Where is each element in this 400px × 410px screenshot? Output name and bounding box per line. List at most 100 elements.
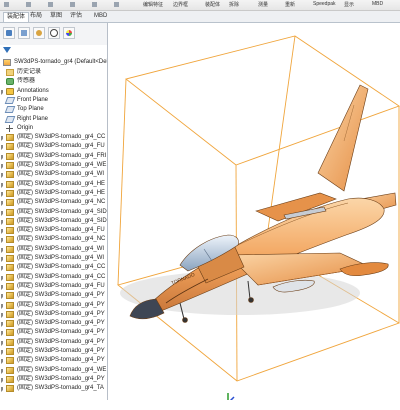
target-icon[interactable] [48,27,60,39]
tree-item[interactable]: (固定) SW3dPS-tornado_gr4_CC [0,133,107,142]
toolbar-button-icon[interactable] [4,2,9,7]
tree-item-label: Annotations [17,87,49,94]
tree-top-assembly[interactable]: SW3dPS-tornado_gr4 (Default<Del [0,58,107,67]
command-label[interactable]: Speedpak [313,1,336,7]
tree-item-label: (固定) SW3dPS-tornado_gr4_CC [17,273,106,280]
toolbar-button-icon[interactable] [114,2,119,7]
tree-item-label: (固定) SW3dPS-tornado_gr4_SID [17,208,107,215]
tree-item-label: (固定) SW3dPS-tornado_gr4_PY [17,329,105,336]
tree-item[interactable]: (固定) SW3dPS-tornado_gr4_WI [0,245,107,254]
graphics-area[interactable]: TORNADO [108,23,400,400]
command-label[interactable]: 拆除 [229,1,239,8]
asm-icon [6,292,14,300]
tree-item-label: (固定) SW3dPS-tornado_gr4_WI [17,245,105,252]
asm-icon [6,199,14,207]
tree-item[interactable]: (固定) SW3dPS-tornado_gr4_CC [0,273,107,282]
tab-3[interactable]: 评估 [67,12,85,21]
tree-item-label: (固定) SW3dPS-tornado_gr4_PY [17,292,105,299]
plane-icon [4,115,16,123]
appearance-icon[interactable] [63,27,75,39]
property-icon[interactable] [18,27,30,39]
tree-item[interactable]: (固定) SW3dPS-tornado_gr4_NC [0,198,107,207]
asm-icon [6,227,14,235]
asm-icon [6,366,14,374]
tree-item[interactable]: (固定) SW3dPS-tornado_gr4_WE [0,366,107,375]
tree-item[interactable]: Annotations [0,87,107,96]
tree-item[interactable]: (固定) SW3dPS-tornado_gr4_WI [0,254,107,263]
annot-icon [6,87,14,95]
command-label[interactable]: 重新 [285,1,295,8]
command-label[interactable]: 编辑特征 [143,1,163,8]
tree-item[interactable]: (固定) SW3dPS-tornado_gr4_PY [0,301,107,310]
tree-item[interactable]: Top Plane [0,105,107,114]
tree-item-label: (固定) SW3dPS-tornado_gr4_HE [17,189,106,196]
tab-4[interactable]: MBD [91,12,110,21]
tree-item[interactable]: (固定) SW3dPS-tornado_gr4_WE [0,161,107,170]
tree-item[interactable]: (固定) SW3dPS-tornado_gr4_FU [0,142,107,151]
toolbar-button-icon[interactable] [26,2,31,7]
tree-item[interactable]: (固定) SW3dPS-tornado_gr4_SID [0,208,107,217]
tree-item-label: (固定) SW3dPS-tornado_gr4_PY [17,348,105,354]
tree-item[interactable]: (固定) SW3dPS-tornado_gr4_WI [0,170,107,179]
feature-manager-panel: SW3dPS-tornado_gr4 (Default<Del 历史记录 传感器 A… [0,23,108,400]
top-assembly-label: SW3dPS-tornado_gr4 (Default<Del [14,59,107,65]
tree-item[interactable]: (固定) SW3dPS-tornado_gr4_PY [0,356,107,365]
tree-item[interactable]: 历史记录 [0,68,107,77]
origin-icon [6,124,14,132]
tree-item[interactable]: (固定) SW3dPS-tornado_gr4_FU [0,282,107,291]
tree-item[interactable]: 传感器 [0,77,107,86]
sensor-icon [6,78,14,86]
asm-icon [6,338,14,346]
tree-item[interactable]: (固定) SW3dPS-tornado_gr4_FRI [0,152,107,161]
asm-icon [6,264,14,272]
asm-icon [6,301,14,309]
filter-row [0,45,107,57]
tree-item-label: (固定) SW3dPS-tornado_gr4_FU [17,227,105,234]
tree-item[interactable]: (固定) SW3dPS-tornado_gr4_PY [0,338,107,347]
tree-item[interactable]: (固定) SW3dPS-tornado_gr4_PY [0,291,107,300]
asm-icon [6,255,14,262]
tree-item[interactable]: (固定) SW3dPS-tornado_gr4_PY [0,328,107,337]
tree-item[interactable]: (固定) SW3dPS-tornado_gr4_PY [0,310,107,319]
tree-item-label: (固定) SW3dPS-tornado_gr4_HE [17,180,106,187]
tree-item[interactable]: (固定) SW3dPS-tornado_gr4_HE [0,180,107,189]
command-label[interactable]: 显示 [344,1,354,8]
tab-2[interactable]: 草图 [47,12,65,21]
config-icon[interactable] [33,27,45,39]
toolbar-button-icon[interactable] [92,2,97,7]
asm-icon [6,208,14,216]
feature-manager-toolbar [0,23,107,46]
tree-item-label: (固定) SW3dPS-tornado_gr4_PY [17,301,105,308]
command-label[interactable]: 测量 [258,1,268,8]
tree-item-label: (固定) SW3dPS-tornado_gr4_WE [17,162,107,168]
asm-icon [6,171,14,179]
tree-item[interactable]: (固定) SW3dPS-tornado_gr4_FU [0,226,107,235]
tree-item[interactable]: (固定) SW3dPS-tornado_gr4_HE [0,189,107,198]
asm-icon [6,236,14,244]
tree-item[interactable]: (固定) SW3dPS-tornado_gr4_TA [0,384,107,393]
toolbar-button-icon[interactable] [70,2,75,7]
filter-icon[interactable] [3,47,11,53]
command-tabs: 装配体 布局 草图 评估 MBD [0,11,400,23]
asm-icon [6,273,14,281]
toolbar-button-icon[interactable] [48,2,53,7]
asm-icon [6,385,14,393]
tree-item[interactable]: (固定) SW3dPS-tornado_gr4_SID [0,217,107,226]
tab-0[interactable]: 装配体 [3,12,30,22]
tree-item[interactable]: (固定) SW3dPS-tornado_gr4_PY [0,375,107,384]
asm-icon [6,143,14,151]
tree-item[interactable]: Origin [0,124,107,133]
tree-item[interactable]: (固定) SW3dPS-tornado_gr4_PY [0,347,107,356]
folder-icon [6,69,14,76]
feature-tree-icon[interactable] [3,27,15,39]
tree-item[interactable]: Right Plane [0,115,107,124]
tree-item[interactable]: (固定) SW3dPS-tornado_gr4_CC [0,263,107,272]
tree-item-label: 传感器 [17,78,36,85]
tree-item[interactable]: (固定) SW3dPS-tornado_gr4_NC [0,235,107,244]
tree-item[interactable]: Front Plane [0,96,107,105]
tree-item[interactable]: (固定) SW3dPS-tornado_gr4_PY [0,319,107,328]
tab-1[interactable]: 布局 [27,12,45,21]
command-label[interactable]: MBD [372,1,383,7]
command-label[interactable]: 装配体 [205,1,220,8]
command-label[interactable]: 边界框 [173,1,188,8]
